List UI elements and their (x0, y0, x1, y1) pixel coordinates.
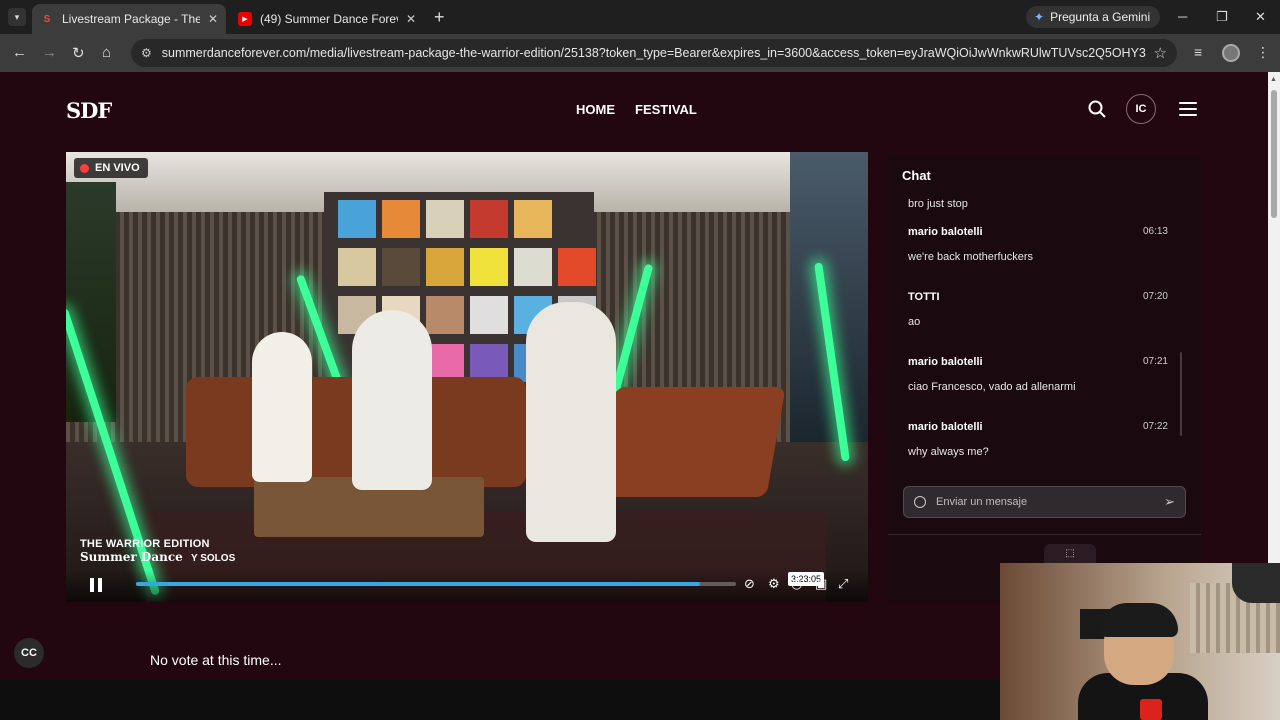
vote-status-text: No vote at this time... (150, 652, 282, 668)
sdf-logo[interactable]: SDF (66, 98, 112, 123)
video-frame-person (526, 302, 616, 542)
webcam-overlay (1000, 563, 1280, 720)
hamburger-menu-icon[interactable] (1179, 102, 1197, 116)
reload-icon[interactable]: ↻ (72, 44, 85, 62)
nav-home[interactable]: HOME (576, 102, 615, 117)
chat-divider (888, 534, 1201, 535)
video-frame-person (252, 332, 312, 482)
site-info-icon[interactable]: ⚙ (141, 46, 152, 60)
chat-input-placeholder[interactable]: Enviar un mensaje (936, 496, 1164, 508)
chat-scrollbar[interactable] (1180, 352, 1182, 436)
chat-title: Chat (902, 168, 931, 183)
video-overlay-logo: Summer Dance Y SOLOS (80, 550, 236, 564)
youtube-favicon-icon: ▶ (238, 12, 252, 26)
fullscreen-icon[interactable]: ⤢ (838, 576, 848, 592)
home-icon[interactable]: ⌂ (102, 44, 111, 61)
chat-message-text: ciao Francesco, vado ad allenarmi (908, 381, 1076, 393)
profile-avatar-icon[interactable] (1222, 44, 1240, 62)
chat-message: TOTTI 07:20 ao (908, 291, 1168, 328)
webcam-cup (1140, 699, 1162, 720)
webcam-person-hair (1100, 603, 1178, 637)
chat-username: TOTTI (908, 291, 940, 303)
nav-festival[interactable]: FESTIVAL (635, 102, 697, 117)
bookmark-star-icon[interactable]: ☆ (1154, 44, 1167, 62)
settings-gear-icon[interactable]: ⚙ (768, 576, 780, 592)
gemini-label: Pregunta a Gemini (1050, 10, 1151, 24)
chat-panel: Chat bro just stop mario balotelli 06:13 … (888, 156, 1201, 602)
browser-tab-bar: ▾ S Livestream Package - The Warri ✕ ▶ (… (0, 0, 1280, 34)
progress-bar[interactable]: 3:23:05 (136, 572, 825, 586)
tab-title: (49) Summer Dance Forever - Y (260, 12, 398, 26)
chat-time: 07:22 (1142, 421, 1168, 432)
closed-captions-button[interactable]: CC (14, 638, 44, 668)
captions-off-icon[interactable]: ⊘ (744, 576, 755, 592)
video-overlay-title: THE WARRIOR EDITION (80, 538, 210, 550)
live-label: EN VIVO (95, 162, 140, 174)
chat-time: 07:21 (1142, 356, 1168, 367)
back-icon[interactable]: ← (12, 44, 27, 61)
tab-list-icon[interactable]: ▾ (8, 8, 26, 26)
forward-icon[interactable]: → (42, 44, 57, 61)
chat-message-text: we're back motherfuckers (908, 251, 1033, 263)
progress-fill (136, 582, 700, 586)
search-icon[interactable] (1088, 100, 1106, 118)
chat-time: 06:13 (1142, 226, 1168, 237)
browser-tab-livestream[interactable]: S Livestream Package - The Warri ✕ (32, 4, 226, 34)
chat-message: mario balotelli 07:21 ciao Francesco, vad… (908, 356, 1168, 393)
media-control-icon[interactable]: ≡ (1194, 44, 1202, 60)
chat-username: mario balotelli (908, 356, 983, 368)
user-avatar[interactable]: IC (1126, 94, 1156, 124)
pause-icon[interactable] (90, 578, 104, 592)
url-text[interactable]: summerdanceforever.com/media/livestream-… (162, 46, 1146, 60)
chat-username: mario balotelli (908, 421, 983, 433)
chat-time: 07:20 (1142, 291, 1168, 302)
restore-icon[interactable]: ❐ (1216, 9, 1228, 25)
chat-message: mario balotelli 07:22 why always me? (908, 421, 1168, 458)
new-tab-icon[interactable]: + (434, 7, 445, 28)
browser-toolbar: ← → ↻ ⌂ ⚙ summerdanceforever.com/media/l… (0, 34, 1280, 72)
close-tab-icon[interactable]: ✕ (406, 12, 416, 26)
sdf-favicon-icon: S (43, 13, 51, 25)
live-badge: EN VIVO (74, 158, 148, 178)
address-bar[interactable]: ⚙ summerdanceforever.com/media/livestrea… (131, 39, 1177, 67)
chat-message-list: bro just stop mario balotelli 06:13 we're… (908, 198, 1168, 458)
chat-message-text: ao (908, 316, 921, 328)
main-nav: HOME FESTIVAL (576, 102, 697, 117)
browser-tab-youtube[interactable]: ▶ (49) Summer Dance Forever - Y ✕ (230, 4, 424, 34)
chat-message-text: bro just stop (908, 198, 968, 210)
minimize-icon[interactable]: ─ (1178, 9, 1187, 24)
picture-in-picture-icon[interactable]: ▣ (815, 576, 827, 592)
gemini-icon: ✦ (1034, 10, 1045, 24)
gemini-button[interactable]: ✦ Pregunta a Gemini (1026, 6, 1161, 28)
chat-username: mario balotelli (908, 226, 983, 238)
chat-input[interactable]: Enviar un mensaje ➢ (903, 486, 1186, 518)
webcam-microphone (1232, 563, 1280, 603)
video-player[interactable]: EN VIVO THE WARRIOR EDITION Summer Dance… (66, 152, 868, 602)
video-frame-armchair (596, 387, 786, 497)
more-menu-icon[interactable]: ⋮ (1256, 44, 1270, 61)
video-controls: 3:23:05 ⊘ ⚙ ◷ ▣ ⤢ (66, 570, 868, 602)
emoji-icon[interactable] (914, 496, 926, 508)
chat-message: mario balotelli 06:13 we're back motherfu… (908, 226, 1168, 263)
send-icon[interactable]: ➢ (1164, 494, 1175, 510)
video-frame-person (352, 310, 432, 490)
live-dot-icon (80, 163, 89, 173)
video-frame-window (790, 152, 868, 452)
close-window-icon[interactable]: ✕ (1255, 9, 1266, 25)
bottom-strip (0, 680, 1000, 720)
chat-message-text: why always me? (908, 446, 989, 458)
scrollbar-thumb[interactable] (1271, 90, 1277, 218)
close-tab-icon[interactable]: ✕ (208, 12, 218, 26)
scroll-up-icon[interactable]: ▲ (1270, 76, 1277, 83)
playback-speed-icon[interactable]: ◷ (791, 576, 802, 592)
tab-title: Livestream Package - The Warri (62, 12, 200, 26)
